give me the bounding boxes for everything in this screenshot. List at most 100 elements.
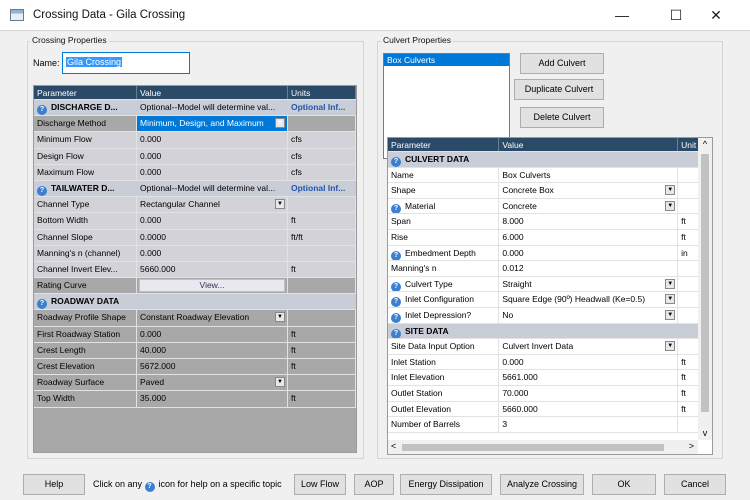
grid-row[interactable]: Channel Invert Elev... 5660.000 ft [34,261,356,279]
grid-row[interactable]: Rating Curve View... [34,278,356,295]
value-cell[interactable]: 5672.000 [137,359,288,375]
scroll-down-icon[interactable]: v [698,428,712,438]
grid-row[interactable]: Top Width 35.000 ft [34,391,356,408]
energy-dissipation-button[interactable]: Energy Dissipation [400,474,492,495]
close-button[interactable]: ✕ [698,0,734,30]
help-icon[interactable]: ? [37,105,47,115]
value-cell[interactable]: Culvert Invert Data ▼ [499,339,679,354]
grid-row[interactable]: ? Culvert Type Straight ▼ [388,276,712,293]
value-cell[interactable]: 0.000 [137,245,288,261]
grid-row[interactable]: ? Material Concrete ▼ [388,198,712,215]
value-cell[interactable]: 0.012 [499,261,679,276]
value-cell[interactable]: Rectangular Channel ▼ [137,197,288,213]
culvert-grid-horizontal-scrollbar[interactable]: < > [388,440,698,454]
value-cell[interactable]: 70.000 [499,385,679,401]
culvert-grid-vertical-scrollbar[interactable]: ^ v [698,138,712,440]
help-icon[interactable]: ? [391,203,401,214]
value-cell[interactable]: No ▼ [499,307,679,323]
grid-row[interactable]: Inlet Elevation 5661.000 ft [388,370,712,386]
grid-row[interactable]: Discharge Method Minimum, Design, and Max… [34,116,356,133]
grid-row[interactable]: Channel Type Rectangular Channel ▼ [34,197,356,214]
help-icon[interactable]: ? [391,250,401,261]
grid-row[interactable]: Site Data Input Option Culvert Invert Dat… [388,339,712,355]
dropdown-arrow-icon[interactable]: ▼ [275,312,285,323]
value-cell[interactable]: Paved ▼ [137,375,288,391]
dropdown-arrow-icon[interactable]: ▼ [665,278,676,289]
grid-row[interactable]: ? Embedment Depth 0.000 in [388,245,712,262]
grid-row[interactable]: Crest Length 40.000 ft [34,342,356,359]
value-cell[interactable]: 0.000 [137,213,288,229]
value-cell[interactable]: Square Edge (90º) Headwall (Ke=0.5) ▼ [499,292,679,307]
grid-row[interactable]: Manning's n 0.012 [388,261,712,277]
grid-row[interactable]: Shape Concrete Box ▼ [388,183,712,199]
maximize-button[interactable]: ☐ [658,0,694,30]
value-cell[interactable]: Minimum, Design, and Maximum ▼ [137,116,288,132]
grid-row[interactable]: Manning's n (channel) 0.000 [34,245,356,262]
grid-row[interactable]: Crest Elevation 5672.000 ft [34,359,356,376]
dropdown-arrow-icon[interactable]: ▼ [665,309,676,320]
low-flow-button[interactable]: Low Flow [294,474,346,495]
culvert-list-item[interactable]: Box Culverts [384,54,509,66]
grid-row[interactable]: Name Box Culverts [388,167,712,184]
dropdown-arrow-icon[interactable]: ▼ [665,294,676,305]
value-cell[interactable]: 5660.000 [137,261,288,278]
help-icon[interactable]: ? [391,281,401,292]
grid-row[interactable]: Rise 6.000 ft [388,229,712,246]
view-rating-curve-button[interactable]: View... [139,279,285,293]
analyze-crossing-button[interactable]: Analyze Crossing [500,474,584,495]
delete-culvert-button[interactable]: Delete Culvert [520,107,604,128]
grid-row[interactable]: First Roadway Station 0.000 ft [34,326,356,343]
scroll-left-icon[interactable]: < [391,441,396,451]
value-cell[interactable]: Concrete Box ▼ [499,183,679,198]
grid-row[interactable]: Design Flow 0.000 cfs [34,148,356,165]
dropdown-arrow-icon[interactable]: ▼ [275,118,285,129]
grid-row[interactable]: Span 8.000 ft [388,214,712,230]
duplicate-culvert-button[interactable]: Duplicate Culvert [514,79,604,100]
value-cell[interactable]: 0.0000 [137,229,288,245]
value-cell[interactable]: 0.000 [137,326,288,342]
grid-row[interactable]: Minimum Flow 0.000 cfs [34,132,356,149]
dropdown-arrow-icon[interactable]: ▼ [275,377,285,388]
value-cell[interactable]: 0.000 [499,354,679,370]
value-cell[interactable]: 0.000 [137,148,288,164]
grid-row[interactable]: Roadway Surface Paved ▼ [34,375,356,392]
value-cell[interactable]: Straight ▼ [499,276,679,292]
grid-row[interactable]: ? Inlet Depression? No ▼ [388,307,712,324]
value-cell[interactable]: 3 [499,417,679,432]
help-icon[interactable]: ? [391,328,401,339]
cancel-button[interactable]: Cancel [664,474,726,495]
grid-row[interactable]: Outlet Elevation 5660.000 ft [388,401,712,418]
grid-row[interactable]: ? Inlet Configuration Square Edge (90º) He… [388,292,712,308]
value-cell[interactable]: 0.000 [137,132,288,148]
dropdown-arrow-icon[interactable]: ▼ [665,341,676,352]
value-cell[interactable]: View... [137,278,288,294]
value-cell[interactable]: 6.000 [499,229,679,245]
vertical-scroll-thumb[interactable] [701,154,709,412]
ok-button[interactable]: OK [592,474,656,495]
value-cell[interactable]: 5661.000 [499,370,679,385]
help-button[interactable]: Help [23,474,85,495]
dropdown-arrow-icon[interactable]: ▼ [665,185,676,196]
value-cell[interactable]: 8.000 [499,214,679,229]
value-cell[interactable]: 40.000 [137,342,288,358]
help-icon[interactable]: ? [391,312,401,323]
value-cell[interactable]: 5660.000 [499,401,679,417]
value-cell[interactable]: 0.000 [499,245,679,261]
value-cell[interactable]: 35.000 [137,391,288,407]
crossing-name-input[interactable]: Gila Crossing [62,52,190,74]
grid-row[interactable]: Bottom Width 0.000 ft [34,213,356,230]
value-cell[interactable]: Constant Roadway Elevation ▼ [137,310,288,326]
horizontal-scroll-thumb[interactable] [402,444,664,451]
minimize-button[interactable]: — [604,0,640,30]
aop-button[interactable]: AOP [354,474,394,495]
value-cell[interactable]: Box Culverts [499,167,679,183]
grid-row[interactable]: Inlet Station 0.000 ft [388,354,712,371]
grid-row[interactable]: Number of Barrels 3 [388,417,712,433]
value-cell[interactable]: Concrete ▼ [499,198,679,214]
help-icon[interactable]: ? [37,185,47,196]
grid-row[interactable]: Roadway Profile Shape Constant Roadway El… [34,310,356,327]
grid-row[interactable]: Channel Slope 0.0000 ft/ft [34,229,356,246]
dropdown-arrow-icon[interactable]: ▼ [665,200,676,211]
scroll-up-icon[interactable]: ^ [698,139,712,149]
grid-row[interactable]: Outlet Station 70.000 ft [388,385,712,402]
